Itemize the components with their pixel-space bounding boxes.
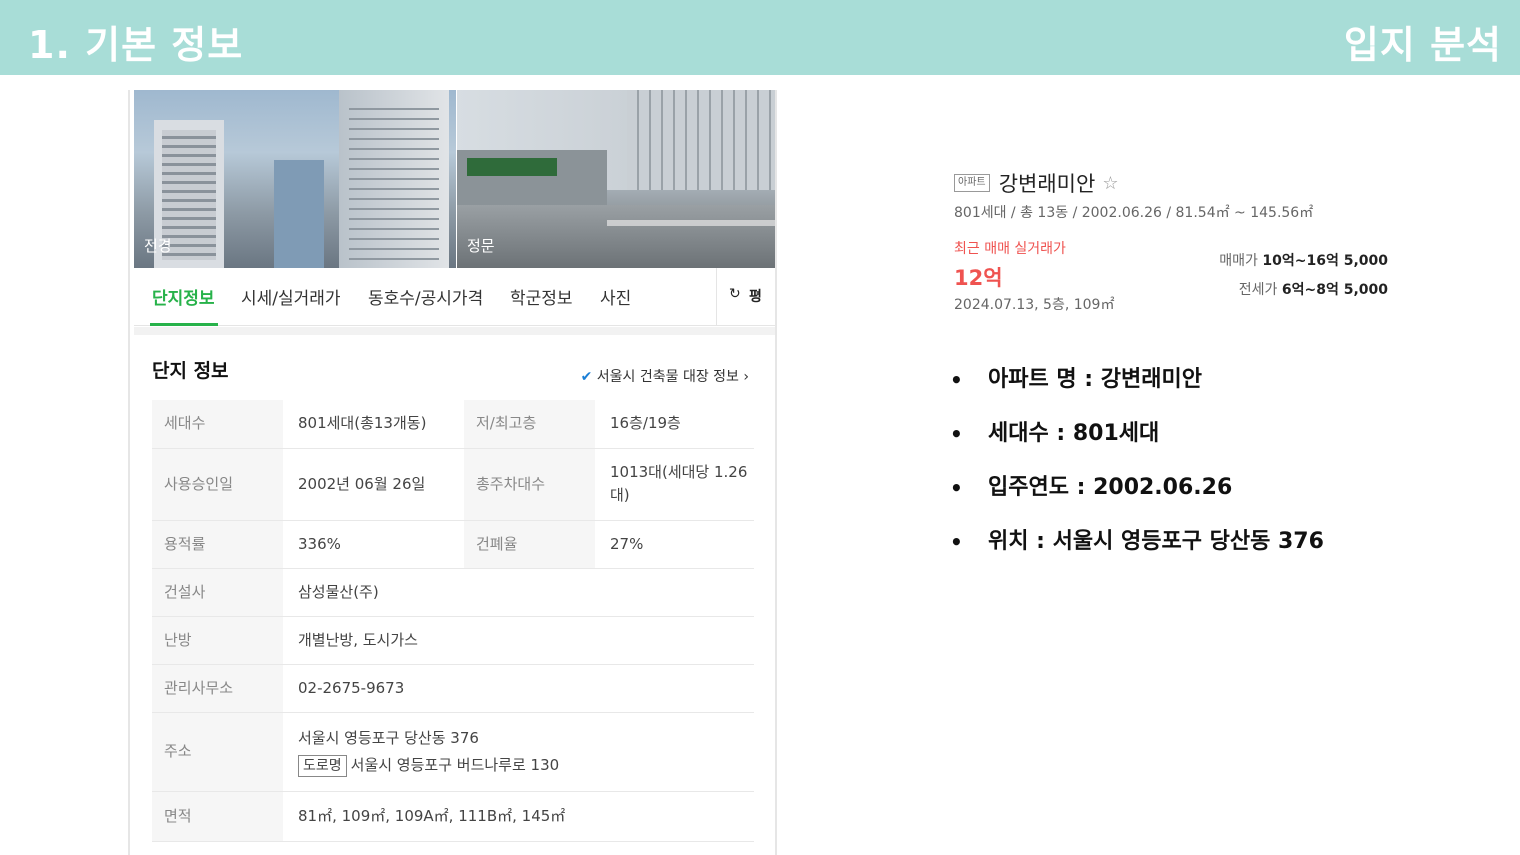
apartment-name[interactable]: 강변래미안 bbox=[999, 172, 1096, 196]
building-registry-link-label: 서울시 건축물 대장 정보 bbox=[596, 369, 739, 385]
fact-move-in-year: 입주연도 : 2002.06.26 bbox=[988, 475, 1233, 500]
far-value: 336% bbox=[283, 520, 464, 569]
jeonse-price-row: 전세가 6억~8억 5,000 bbox=[1239, 279, 1388, 299]
slide-title: 1. 기본 정보 bbox=[28, 23, 244, 67]
bullet-icon: • bbox=[950, 530, 963, 554]
photo-exterior[interactable]: 전경 bbox=[134, 90, 456, 268]
floors-value: 16층/19층 bbox=[595, 400, 754, 449]
road-address: 서울시 영등포구 버드나루로 130 bbox=[350, 755, 560, 774]
office-phone[interactable]: 02-2675-9673 bbox=[283, 664, 754, 713]
photo-caption: 전경 bbox=[144, 237, 172, 255]
heating-label: 난방 bbox=[152, 616, 283, 665]
table-row: 사용승인일 2002년 06월 26일 총주차대수 1013대(세대당 1.26… bbox=[152, 448, 754, 521]
chevron-right-icon: › bbox=[743, 369, 749, 385]
sale-price-row: 매매가 10억~16억 5,000 bbox=[1219, 250, 1388, 270]
key-facts-list: • 아파트 명 : 강변래미안 • 세대수 : 801세대 • 입주연도 : 2002… bbox=[950, 366, 1324, 582]
road-address-line: 도로명 서울시 영등포구 버드나루로 130 bbox=[298, 754, 754, 777]
recent-trade-price: 12억 bbox=[954, 266, 1003, 290]
type-badge: 아파트 bbox=[954, 174, 990, 192]
photo-strip: 전경 정문 bbox=[134, 90, 775, 268]
floors-label: 저/최고층 bbox=[464, 400, 595, 449]
photo-caption: 정문 bbox=[467, 237, 495, 255]
tab-unit-price[interactable]: 동호수/공시가격 bbox=[368, 284, 483, 309]
unit-toggle-label: 평 bbox=[749, 289, 762, 305]
table-row: 세대수 801세대(총13개동) 저/최고층 16층/19층 bbox=[152, 400, 754, 449]
households-label: 세대수 bbox=[152, 400, 283, 449]
bullet-icon: • bbox=[950, 368, 963, 392]
tab-market-price[interactable]: 시세/실거래가 bbox=[241, 284, 341, 309]
apartment-name-line: 아파트 강변래미안 ☆ bbox=[954, 168, 1394, 198]
apartment-summary: 아파트 강변래미안 ☆ 801세대 / 총 13동 / 2002.06.26 /… bbox=[954, 168, 1394, 313]
address-value: 서울시 영등포구 당산동 376 도로명 서울시 영등포구 버드나루로 130 bbox=[283, 712, 754, 792]
section-title: 단지 정보 bbox=[152, 360, 229, 382]
sale-price-label: 매매가 bbox=[1219, 253, 1258, 269]
table-row: 용적률 336% 건폐율 27% bbox=[152, 520, 754, 569]
heating-value: 개별난방, 도시가스 bbox=[283, 616, 754, 665]
star-icon[interactable]: ☆ bbox=[1102, 173, 1118, 194]
area-label: 면적 bbox=[152, 791, 283, 842]
area-value: 81㎡, 109㎡, 109A㎡, 111B㎡, 145㎡ bbox=[283, 791, 754, 842]
builder-value: 삼성물산(주) bbox=[283, 568, 754, 617]
far-label: 용적률 bbox=[152, 520, 283, 569]
households-value: 801세대(총13개동) bbox=[283, 400, 464, 449]
list-item: • 아파트 명 : 강변래미안 bbox=[950, 366, 1324, 420]
listing-card: 전경 정문 단지정보 시세/실거래가 동호수/공시가격 학군정보 사진 ↻ 평 … bbox=[128, 90, 777, 855]
list-item: • 입주연도 : 2002.06.26 bbox=[950, 474, 1324, 528]
tab-school-info[interactable]: 학군정보 bbox=[510, 284, 573, 309]
approval-value: 2002년 06월 26일 bbox=[283, 448, 464, 521]
parking-value: 1013대(세대당 1.26대) bbox=[595, 448, 754, 521]
table-row: 주소 서울시 영등포구 당산동 376 도로명 서울시 영등포구 버드나루로 13… bbox=[152, 712, 754, 792]
fact-households: 세대수 : 801세대 bbox=[988, 421, 1160, 446]
table-row: 면적 81㎡, 109㎡, 109A㎡, 111B㎡, 145㎡ bbox=[152, 791, 754, 842]
recent-trade-detail: 2024.07.13, 5층, 109㎡ bbox=[954, 297, 1115, 313]
tab-bar: 단지정보 시세/실거래가 동호수/공시가격 학군정보 사진 ↻ 평 bbox=[134, 268, 775, 326]
bullet-icon: • bbox=[950, 422, 963, 446]
road-name-badge: 도로명 bbox=[298, 754, 347, 777]
address-label: 주소 bbox=[152, 712, 283, 792]
bcr-label: 건폐율 bbox=[464, 520, 595, 569]
sale-price-range: 10억~16억 5,000 bbox=[1262, 253, 1388, 269]
jeonse-price-label: 전세가 bbox=[1238, 282, 1278, 298]
tab-photos[interactable]: 사진 bbox=[600, 284, 631, 309]
approval-label: 사용승인일 bbox=[152, 448, 283, 521]
table-row: 건설사 삼성물산(주) bbox=[152, 568, 754, 617]
building-registry-link[interactable]: ✔ 서울시 건축물 대장 정보 › bbox=[581, 366, 749, 386]
list-item: • 세대수 : 801세대 bbox=[950, 420, 1324, 474]
unit-toggle-button[interactable]: ↻ 평 bbox=[716, 268, 775, 326]
bcr-value: 27% bbox=[595, 520, 754, 569]
builder-label: 건설사 bbox=[152, 568, 283, 617]
table-row: 난방 개별난방, 도시가스 bbox=[152, 616, 754, 665]
section-divider bbox=[134, 327, 775, 335]
lot-address: 서울시 영등포구 당산동 376 bbox=[298, 728, 479, 747]
jeonse-price-range: 6억~8억 5,000 bbox=[1281, 282, 1388, 298]
fact-location: 위치 : 서울시 영등포구 당산동 376 bbox=[988, 529, 1324, 554]
photo-entrance[interactable]: 정문 bbox=[457, 90, 775, 268]
tab-complex-info[interactable]: 단지정보 bbox=[152, 284, 215, 309]
slide-header: 1. 기본 정보 입지 분석 bbox=[0, 0, 1520, 75]
refresh-icon: ↻ bbox=[729, 286, 741, 302]
office-label: 관리사무소 bbox=[152, 664, 283, 713]
recent-trade-label: 최근 매매 실거래가 bbox=[954, 241, 1066, 257]
bullet-icon: • bbox=[950, 476, 963, 500]
active-tab-indicator bbox=[150, 323, 218, 326]
map-pin-icon: ✔ bbox=[580, 369, 593, 385]
slide-section-title: 입지 분석 bbox=[1343, 23, 1502, 67]
table-row: 관리사무소 02-2675-9673 bbox=[152, 664, 754, 713]
apartment-meta: 801세대 / 총 13동 / 2002.06.26 / 81.54㎡ ~ 14… bbox=[954, 205, 1314, 221]
fact-apartment-name: 아파트 명 : 강변래미안 bbox=[988, 367, 1202, 392]
parking-label: 총주차대수 bbox=[464, 448, 595, 521]
list-item: • 위치 : 서울시 영등포구 당산동 376 bbox=[950, 528, 1324, 582]
complex-info-table: 세대수 801세대(총13개동) 저/최고층 16층/19층 사용승인일 200… bbox=[152, 400, 754, 842]
